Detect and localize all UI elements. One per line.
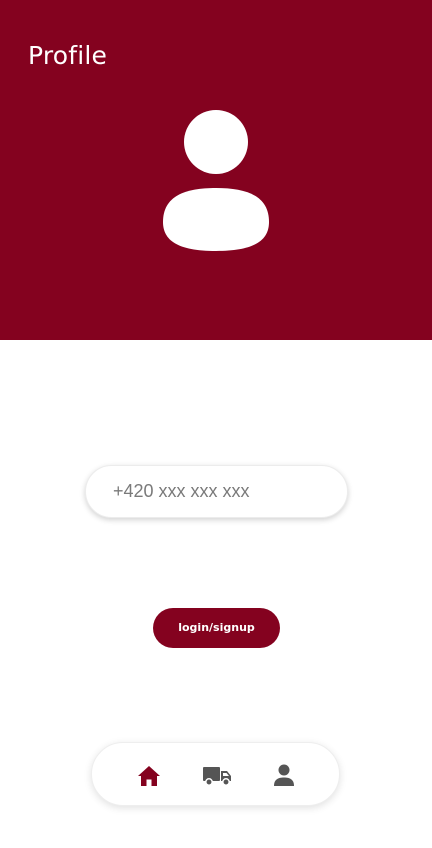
bottom-navigation <box>91 742 340 806</box>
nav-delivery[interactable] <box>201 763 233 789</box>
user-icon <box>274 764 294 786</box>
nav-profile[interactable] <box>270 763 298 789</box>
nav-home[interactable] <box>135 763 163 789</box>
profile-screen: Profile login/signup <box>0 0 432 848</box>
phone-input[interactable] <box>113 466 333 517</box>
user-avatar-icon <box>163 110 269 251</box>
profile-header: Profile <box>0 0 432 340</box>
phone-field[interactable] <box>85 465 348 518</box>
delivery-truck-icon <box>203 767 231 786</box>
page-title: Profile <box>28 41 108 70</box>
home-icon <box>138 766 160 786</box>
login-signup-button[interactable]: login/signup <box>153 608 280 648</box>
